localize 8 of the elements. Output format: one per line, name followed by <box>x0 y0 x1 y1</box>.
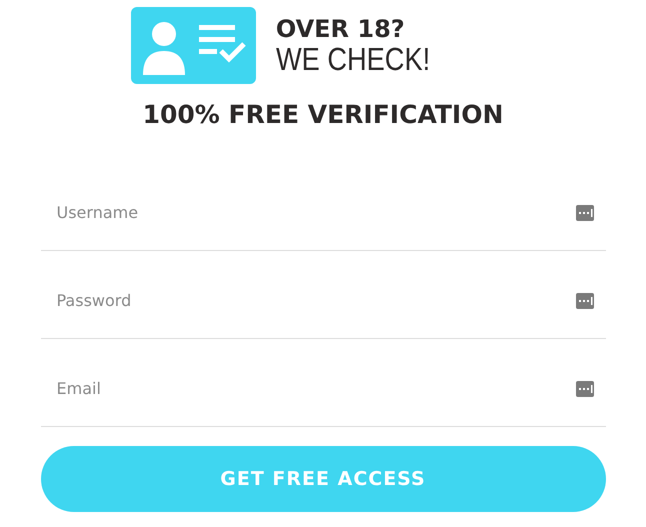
keyboard-icon <box>576 293 594 309</box>
id-card-check-icon <box>130 7 256 84</box>
get-access-button[interactable]: GET FREE ACCESS <box>40 446 606 512</box>
tagline: WE CHECK! <box>276 42 430 76</box>
keyboard-icon <box>576 381 594 397</box>
headline: OVER 18? <box>276 16 406 42</box>
keyboard-icon <box>576 205 594 221</box>
heading: 100% FREE VERIFICATION <box>142 100 504 129</box>
